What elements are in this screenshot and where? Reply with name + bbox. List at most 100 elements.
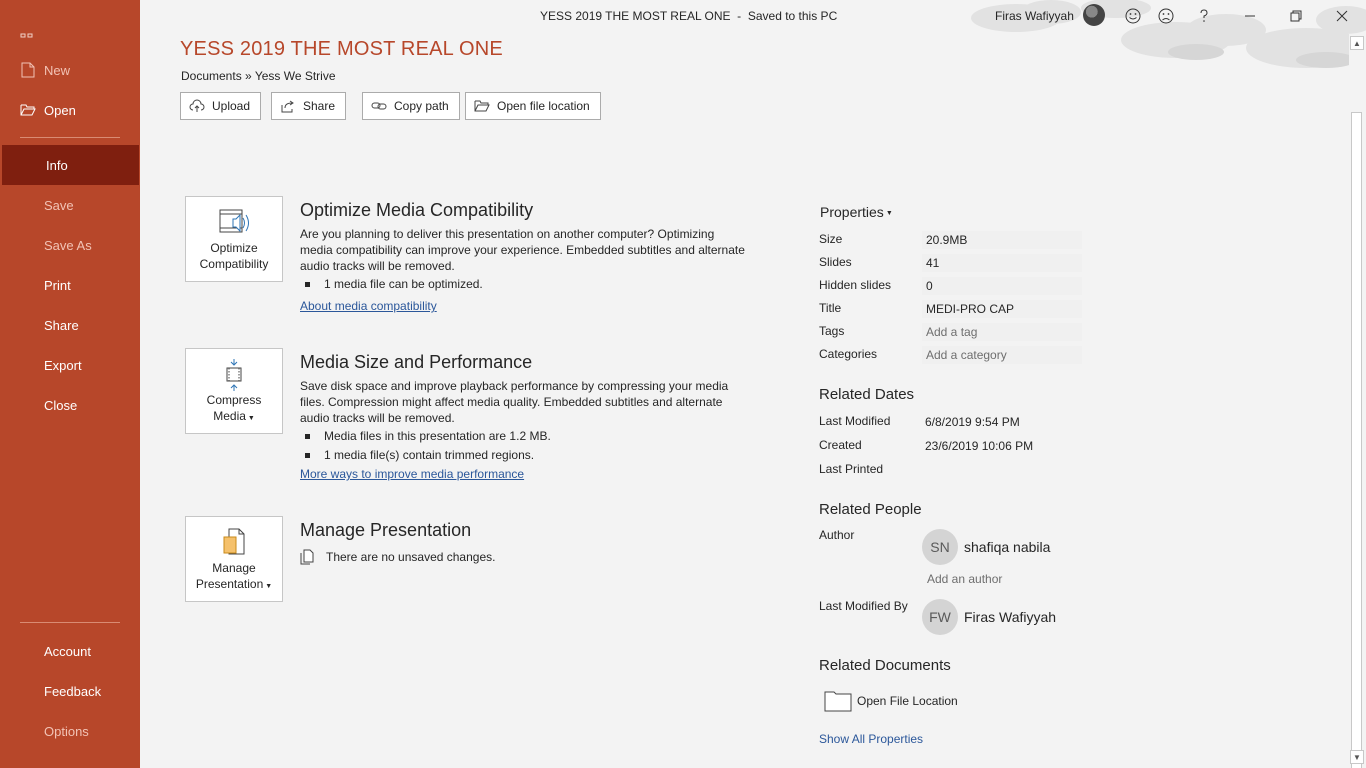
sidebar-item-info[interactable]: Info — [2, 145, 139, 185]
help-icon[interactable] — [1192, 4, 1216, 28]
open-folder-icon — [0, 103, 44, 117]
vertical-scrollbar[interactable]: ▲ ▼ — [1349, 34, 1366, 768]
open-file-location-label: Open file location — [497, 99, 590, 113]
list-item: Media files in this presentation are 1.2… — [305, 429, 551, 443]
sidebar-item-share[interactable]: Share — [0, 305, 140, 345]
breadcrumb: Documents » Yess We Strive — [181, 69, 336, 83]
chevron-down-icon: ▼ — [263, 583, 273, 590]
upload-icon — [189, 99, 205, 112]
related-dates-heading: Related Dates — [819, 386, 915, 403]
prop-label-categories: Categories — [819, 347, 878, 361]
author-person[interactable]: SN shafiqa nabila — [922, 529, 1050, 565]
new-document-icon — [0, 62, 44, 78]
section-desc-compress: Save disk space and improve playback per… — [300, 379, 729, 425]
scroll-down-icon[interactable]: ▼ — [1350, 750, 1364, 764]
prop-label-created: Created — [819, 438, 862, 452]
copy-path-label: Copy path — [394, 99, 449, 113]
section-title-manage: Manage Presentation — [300, 520, 472, 540]
sidebar-item-save[interactable]: Save — [0, 185, 140, 225]
sidebar-item-label: Print — [44, 277, 71, 293]
title-field[interactable]: MEDI-PRO CAP — [922, 300, 1082, 318]
show-all-properties-link[interactable]: Show All Properties — [819, 732, 923, 746]
page-title: YESS 2019 THE MOST REAL ONE — [180, 38, 503, 60]
list-item: 1 media file can be optimized. — [305, 277, 483, 291]
avatar[interactable] — [1083, 4, 1105, 26]
about-media-compatibility-link[interactable]: About media compatibility — [300, 299, 437, 313]
optimize-label-line2: Compatibility — [199, 257, 269, 271]
user-name[interactable]: Firas Wafiyyah — [995, 9, 1074, 23]
section-title-optimize: Optimize Media Compatibility — [300, 200, 534, 220]
sidebar-item-label: Open — [44, 102, 76, 118]
sidebar-item-label: Info — [46, 157, 68, 173]
sidebar-divider — [20, 137, 120, 138]
link-icon — [371, 102, 387, 110]
chevron-down-icon: ▼ — [885, 209, 893, 217]
prop-label-last-modified: Last Modified — [819, 414, 891, 428]
related-documents-heading: Related Documents — [819, 657, 951, 674]
share-icon — [281, 100, 294, 113]
optimize-label-line1: Optimize — [210, 241, 258, 255]
prop-value-slides: 41 — [922, 254, 1082, 272]
open-file-location-link[interactable]: Open File Location — [824, 690, 958, 712]
unsaved-status: There are no unsaved changes. — [300, 549, 495, 565]
sidebar-item-label: New — [44, 62, 71, 78]
folder-icon — [824, 691, 852, 712]
restore-icon[interactable] — [1284, 4, 1308, 28]
sidebar-item-print[interactable]: Print — [0, 265, 140, 305]
sidebar-item-label: Account — [44, 643, 91, 659]
prop-value-last-modified: 6/8/2019 9:54 PM — [925, 415, 1020, 429]
avatar: FW — [922, 599, 958, 635]
copy-path-button[interactable]: Copy path — [362, 92, 460, 120]
prop-label-hidden-slides: Hidden slides — [819, 278, 892, 292]
manage-label-line2: Presentation — [195, 577, 264, 591]
compress-film-icon — [226, 359, 242, 391]
upload-button[interactable]: Upload — [180, 92, 262, 120]
list-item: 1 media file(s) contain trimmed regions. — [305, 448, 534, 462]
author-label: Author — [819, 528, 855, 542]
sidebar-item-label: Save — [44, 197, 74, 213]
related-people-heading: Related People — [819, 501, 922, 518]
scroll-thumb[interactable] — [1351, 112, 1362, 768]
sidebar-item-feedback[interactable]: Feedback — [0, 671, 140, 711]
modified-by-name: Firas Wafiyyah — [964, 609, 1057, 625]
sidebar-item-label: Options — [44, 723, 89, 739]
sidebar-item-new[interactable]: New — [0, 50, 140, 90]
sidebar-divider — [20, 622, 120, 623]
sidebar-item-options[interactable]: Options — [0, 711, 140, 751]
share-button[interactable]: Share — [271, 92, 347, 120]
sidebar-item-export[interactable]: Export — [0, 345, 140, 385]
scroll-up-icon[interactable]: ▲ — [1350, 36, 1364, 50]
last-modified-by-person[interactable]: FW Firas Wafiyyah — [922, 599, 1056, 635]
folder-open-icon — [474, 100, 490, 112]
prop-label-last-printed: Last Printed — [819, 462, 884, 476]
close-icon[interactable] — [1330, 4, 1354, 28]
prop-label-size: Size — [819, 232, 843, 246]
sidebar-item-label: Save As — [44, 237, 92, 253]
add-author-link[interactable]: Add an author — [927, 572, 1002, 586]
media-speaker-icon — [219, 209, 249, 233]
optimize-compatibility-button[interactable]: Optimize Compatibility — [185, 196, 283, 282]
sidebar-item-open[interactable]: Open — [0, 90, 140, 130]
manage-presentation-button[interactable]: Manage Presentation ▼ — [185, 516, 283, 602]
upload-label: Upload — [212, 99, 251, 113]
prop-value-created: 23/6/2019 10:06 PM — [925, 439, 1034, 453]
minimize-icon[interactable] — [1238, 4, 1262, 28]
section-title-compress: Media Size and Performance — [300, 352, 533, 372]
tags-field[interactable]: Add a tag — [922, 323, 1082, 341]
window-title: YESS 2019 THE MOST REAL ONE - Saved to t… — [540, 9, 838, 23]
title-bar: YESS 2019 THE MOST REAL ONE - Saved to t… — [140, 0, 1366, 68]
prop-label-tags: Tags — [819, 324, 845, 338]
compress-media-button[interactable]: Compress Media ▼ — [185, 348, 283, 434]
sidebar-item-account[interactable]: Account — [0, 631, 140, 671]
back-arrow-icon[interactable] — [20, 26, 34, 40]
categories-field[interactable]: Add a category — [922, 346, 1082, 364]
properties-dropdown[interactable]: Properties ▼ — [820, 204, 893, 220]
sidebar-item-save-as[interactable]: Save As — [0, 225, 140, 265]
open-file-location-button[interactable]: Open file location — [465, 92, 601, 120]
smile-feedback-icon[interactable] — [1121, 4, 1145, 28]
prop-value-size: 20.9MB — [922, 231, 1082, 249]
more-ways-media-performance-link[interactable]: More ways to improve media performance — [300, 467, 524, 481]
manage-label-line1: Manage — [212, 561, 256, 575]
frown-feedback-icon[interactable] — [1154, 4, 1178, 28]
sidebar-item-close[interactable]: Close — [0, 385, 140, 425]
